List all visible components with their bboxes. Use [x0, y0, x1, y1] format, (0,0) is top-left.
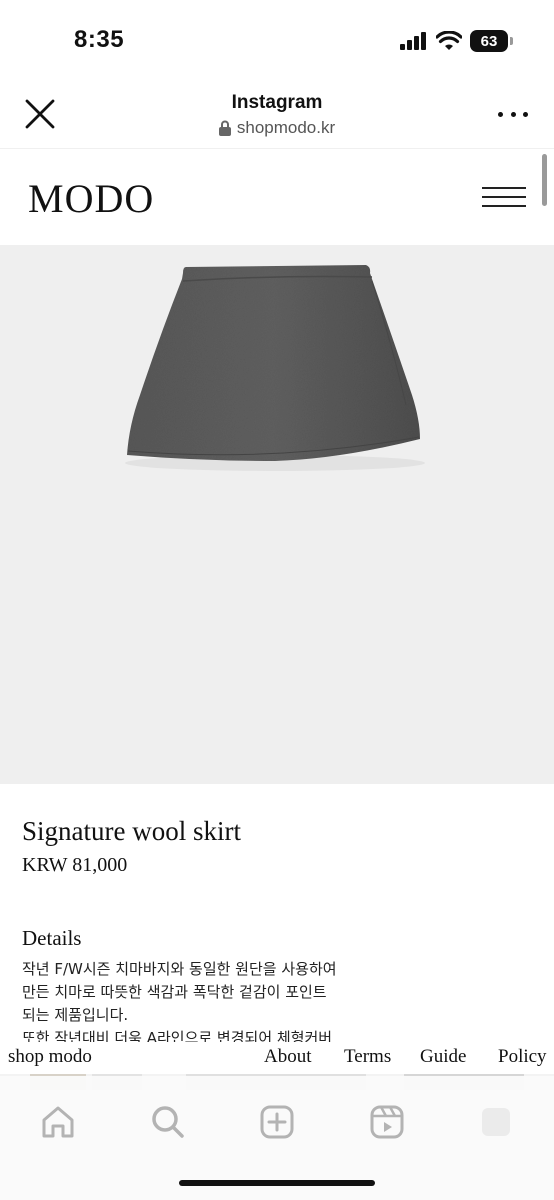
product-info: Signature wool skirt KRW 81,000 Details … — [0, 784, 554, 1054]
page-scrollbar[interactable] — [542, 154, 547, 206]
wifi-icon — [436, 31, 462, 50]
footer-terms-link[interactable]: Terms — [344, 1046, 391, 1068]
site-footer-nav: shop modo About Terms Guide Policy — [0, 1042, 554, 1074]
site-header: MODO — [0, 149, 554, 245]
product-image[interactable] — [0, 245, 554, 784]
profile-icon[interactable] — [476, 1102, 516, 1142]
product-price: KRW 81,000 — [22, 854, 128, 876]
signal-icon — [400, 32, 426, 50]
details-heading: Details — [22, 926, 82, 950]
home-icon[interactable] — [38, 1102, 78, 1142]
hamburger-menu-icon[interactable] — [482, 187, 526, 207]
status-bar: 8:35 63 — [0, 0, 554, 80]
screen: 8:35 63 Instagram shopmodo.kr MODO Signa… — [0, 0, 554, 1200]
battery-level: 63 — [480, 32, 498, 50]
details-line: 만든 치마로 따뜻한 색감과 폭닥한 겉감이 포인트 — [22, 983, 327, 1001]
footer-policy-link[interactable]: Policy — [498, 1046, 547, 1068]
browser-url[interactable]: shopmodo.kr — [0, 118, 554, 138]
browser-title: Instagram — [231, 92, 323, 113]
battery-cap — [510, 37, 513, 45]
skirt-image — [125, 265, 425, 471]
browser-header: Instagram shopmodo.kr — [0, 80, 554, 149]
more-icon[interactable] — [498, 100, 528, 128]
product-name: Signature wool skirt — [22, 816, 241, 846]
search-icon[interactable] — [148, 1102, 188, 1142]
browser-url-text: shopmodo.kr — [236, 118, 336, 137]
status-time: 8:35 — [74, 26, 125, 53]
footer-shop-link[interactable]: shop modo — [8, 1046, 92, 1068]
footer-guide-link[interactable]: Guide — [420, 1046, 466, 1068]
battery-icon: 63 — [470, 30, 513, 52]
lock-icon — [218, 120, 231, 136]
details-text: 작년 F/W시즌 치마바지와 동일한 원단을 사용하여 만든 치마로 따뜻한 색… — [22, 958, 442, 1050]
home-indicator[interactable] — [179, 1180, 375, 1186]
footer-about-link[interactable]: About — [264, 1046, 312, 1068]
site-logo[interactable]: MODO — [28, 175, 154, 222]
details-line: 되는 제품입니다. — [22, 1006, 129, 1024]
status-icons: 63 — [400, 30, 513, 52]
details-line: 작년 F/W시즌 치마바지와 동일한 원단을 사용하여 — [22, 960, 337, 978]
reels-icon[interactable] — [367, 1102, 407, 1142]
create-icon[interactable] — [257, 1102, 297, 1142]
